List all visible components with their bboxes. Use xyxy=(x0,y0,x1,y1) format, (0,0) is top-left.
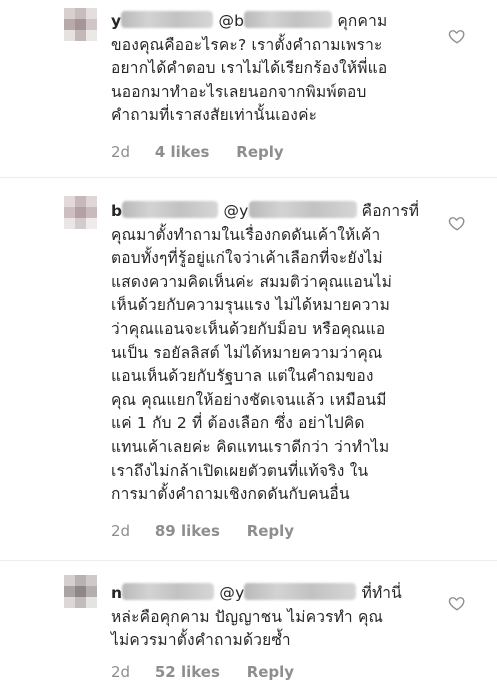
comment-username[interactable]: n xyxy=(111,584,122,602)
mention[interactable]: @b xyxy=(218,12,244,30)
comment-text-line: คำถามที่เราสงสัยเท่านั้นเองค่ะ xyxy=(111,106,318,125)
comment-text-line: หล่ะคือคุกคาม ปัญญาชน ไม่ควรทำ คุณ xyxy=(111,607,384,626)
divider xyxy=(0,177,497,178)
redacted-mention xyxy=(244,11,333,28)
avatar[interactable] xyxy=(64,196,97,229)
comment-meta: 2d 89 likes Reply xyxy=(111,522,294,540)
comment-meta: 2d 52 likes Reply xyxy=(111,663,294,681)
heart-outline-icon[interactable] xyxy=(448,214,466,232)
comment-text-line: ว่าคุณแอนจะเห็นด้วยกับม็อบ หรือคุณแอ xyxy=(111,319,386,338)
likes-count[interactable]: 52 likes xyxy=(155,663,220,681)
comment-text-line: แทนเค้าเลยค่ะ คิดแทนเราดีกว่า ว่าทำไม xyxy=(111,437,390,456)
mention[interactable]: @y xyxy=(219,584,244,602)
divider xyxy=(0,560,497,561)
heart-outline-icon[interactable] xyxy=(448,594,466,612)
comment-text-line: นออกมาทำอะไรเลยนอกจากพิมพ์ตอบ xyxy=(111,82,367,101)
comment-time: 2d xyxy=(111,663,131,681)
comment-text-line: ไม่ควรมาตั้งคำถามด้วยซ้ำ xyxy=(111,631,291,650)
comment-body: b @y คือการที่ คุณมาตั้งทำถามในเรื่องกดด… xyxy=(111,200,431,507)
reply-button[interactable]: Reply xyxy=(236,143,283,161)
redacted-mention xyxy=(248,201,357,218)
heart-outline-icon[interactable] xyxy=(448,27,466,45)
comment-username[interactable]: b xyxy=(111,202,122,220)
likes-count[interactable]: 89 likes xyxy=(155,522,220,540)
comment-body: n @y ที่ทำนี่ หล่ะคือคุกคาม ปัญญาชน ไม่ค… xyxy=(111,582,431,653)
comment-time: 2d xyxy=(111,143,131,161)
mention[interactable]: @y xyxy=(223,202,248,220)
avatar[interactable] xyxy=(64,8,97,41)
redacted-mention xyxy=(244,583,357,600)
avatar[interactable] xyxy=(64,575,97,608)
comment-username[interactable]: y xyxy=(111,12,121,30)
comment-text: คือการที่ xyxy=(361,202,420,220)
comment-text-line: แค่ 1 กับ 2 ที่ ต้องเลือก ซึ่ง อย่าไปคิด xyxy=(111,414,365,433)
comment-text: คุกคาม xyxy=(337,12,388,30)
comment-text-line: นเป็น รอยัลลิสต์ ไม่ได้หมายความว่าคุณ xyxy=(111,343,383,362)
comment-text-line: ของคุณคืออะไรคะ? เราตั้งคำถามเพราะ xyxy=(111,35,383,54)
comment-meta: 2d 4 likes Reply xyxy=(111,143,284,161)
comment-text-line: การมาตั้งคำถามเชิงกดดันกับคนอื่น xyxy=(111,485,350,504)
comment-text-line: อยากได้คำตอบ เราไม่ได้เรียกร้องให้พี่แอ xyxy=(111,59,388,78)
comment-time: 2d xyxy=(111,522,131,540)
comment-text-line: แสดงความคิดเห็นค่ะ สมมติว่าคุณแอนไม่ xyxy=(111,272,393,291)
comment-text-line: เห็นด้วยกับความรุนแรง ไม่ได้หมายความ xyxy=(111,296,390,315)
redacted-username xyxy=(121,11,214,28)
comment-text-line: คุณ คุณแยกให้อย่างชัดเจนแล้ว เหมือนมี xyxy=(111,390,387,409)
reply-button[interactable]: Reply xyxy=(247,522,294,540)
reply-button[interactable]: Reply xyxy=(247,663,294,681)
likes-count[interactable]: 4 likes xyxy=(155,143,210,161)
comment-body: y @b คุกคาม ของคุณคืออะไรคะ? เราตั้งคำถา… xyxy=(111,10,431,128)
comment-text-line: คุณมาตั้งทำถามในเรื่องกดดันเค้าให้เค้า xyxy=(111,225,381,244)
redacted-username xyxy=(122,201,219,218)
redacted-username xyxy=(122,583,215,600)
comment-text-line: แอนเห็นด้วยกับรัฐบาล แต่ในคำถมของ xyxy=(111,367,374,386)
comment-text-line: ตอบทั้งๆที่รู้อยู่แก่ใจว่าเค้าเลือกที่จะ… xyxy=(111,249,383,268)
comment-text: ที่ทำนี่ xyxy=(361,584,402,602)
comment-text-line: เราถึงไม่กล้าเปิดเผยตัวตนที่แท้จริง ใน xyxy=(111,461,369,480)
